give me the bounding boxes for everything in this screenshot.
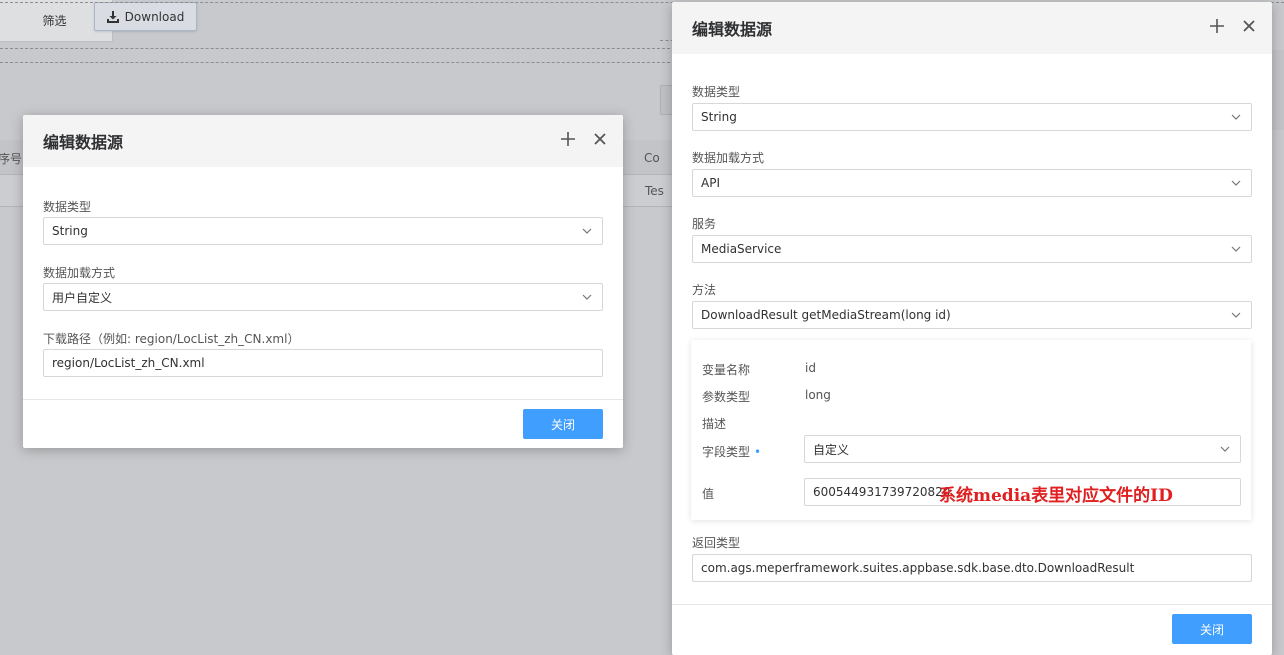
chevron-down-icon (1231, 312, 1241, 318)
background-panel-edge (1272, 50, 1284, 130)
var-name-label: 变量名称 (702, 363, 751, 377)
service-select[interactable]: MediaService (692, 235, 1252, 263)
filter-button-label: 筛选 (42, 14, 67, 28)
field-type-label: 字段类型 • (702, 443, 761, 460)
field-type-label-text: 字段类型 (702, 445, 751, 459)
data-type-value: String (701, 110, 737, 124)
data-type-label: 数据类型 (43, 200, 92, 214)
data-type-select[interactable]: String (43, 217, 603, 245)
download-button[interactable]: Download (94, 2, 197, 31)
load-mode-label: 数据加载方式 (692, 151, 765, 165)
method-value: DownloadResult getMediaStream(long id) (701, 308, 951, 322)
download-button-label: Download (124, 9, 185, 24)
var-name-value: id (805, 361, 816, 375)
method-label: 方法 (692, 283, 717, 297)
download-path-value: region/LocList_zh_CN.xml (52, 356, 205, 370)
download-path-input[interactable]: region/LocList_zh_CN.xml (43, 349, 603, 377)
download-path-label: 下载路径（例如: region/LocList_zh_CN.xml） (43, 332, 300, 346)
chevron-down-icon (1231, 114, 1241, 120)
load-mode-value: API (701, 176, 720, 190)
data-type-select[interactable]: String (692, 103, 1252, 131)
param-type-label: 参数类型 (702, 390, 751, 404)
dialog-header: 编辑数据源 (672, 2, 1272, 54)
chevron-down-icon (582, 294, 592, 300)
required-marker: • (754, 445, 762, 459)
field-type-value: 自定义 (813, 442, 850, 457)
close-button-label: 关闭 (550, 417, 575, 432)
download-icon (106, 10, 119, 23)
add-icon[interactable] (1210, 19, 1224, 35)
chevron-down-icon (1231, 246, 1241, 252)
dialog-header: 编辑数据源 (23, 115, 623, 167)
description-label: 描述 (702, 417, 727, 431)
data-type-label: 数据类型 (692, 85, 741, 99)
service-value: MediaService (701, 242, 782, 256)
data-type-value: String (52, 224, 88, 238)
divider (0, 62, 670, 63)
load-mode-select[interactable]: 用户自定义 (43, 283, 603, 311)
return-type-label: 返回类型 (692, 536, 741, 550)
service-label: 服务 (692, 217, 717, 231)
table-header-cell: Co (644, 151, 660, 165)
field-type-select[interactable]: 自定义 (804, 435, 1241, 463)
close-button[interactable]: 关闭 (523, 409, 603, 439)
close-button[interactable]: 关闭 (1172, 614, 1252, 644)
chevron-down-icon (582, 228, 592, 234)
return-type-value: com.ags.meperframework.suites.appbase.sd… (701, 561, 1135, 575)
chevron-down-icon (1231, 180, 1241, 186)
load-mode-label: 数据加载方式 (43, 266, 116, 280)
dialog-actions (1210, 19, 1256, 35)
chevron-down-icon (1220, 446, 1230, 452)
param-type-value: long (805, 388, 831, 402)
return-type-input[interactable]: com.ags.meperframework.suites.appbase.sd… (692, 554, 1252, 582)
value-input-value: 600544931739720820 (813, 485, 951, 499)
value-label: 值 (702, 487, 715, 501)
close-button-label: 关闭 (1199, 622, 1224, 637)
close-icon[interactable] (1242, 19, 1256, 35)
dialog-title: 编辑数据源 (43, 133, 124, 152)
table-header-cell: 序号 (0, 152, 23, 166)
edit-datasource-dialog-left: 编辑数据源 数据类型 String 数据加载方式 用户自定义 下载路径（例如: … (23, 115, 623, 448)
dialog-title: 编辑数据源 (692, 20, 773, 39)
table-cell: Tes (645, 184, 664, 198)
edit-datasource-dialog-right: 编辑数据源 数据类型 String 数据加载方式 API 服务 MediaSer… (672, 2, 1272, 655)
method-select[interactable]: DownloadResult getMediaStream(long id) (692, 301, 1252, 329)
method-params-panel: 变量名称 id 参数类型 long 描述 字段类型 • 自定义 值 6005449… (691, 340, 1251, 520)
footer-divider (23, 399, 623, 400)
divider (0, 48, 670, 49)
load-mode-select[interactable]: API (692, 169, 1252, 197)
dialog-actions (561, 132, 607, 148)
red-annotation: 系统media表里对应文件的ID (939, 486, 1173, 506)
close-icon[interactable] (593, 132, 607, 148)
add-icon[interactable] (561, 132, 575, 148)
load-mode-value: 用户自定义 (52, 290, 113, 305)
footer-divider (672, 604, 1272, 605)
